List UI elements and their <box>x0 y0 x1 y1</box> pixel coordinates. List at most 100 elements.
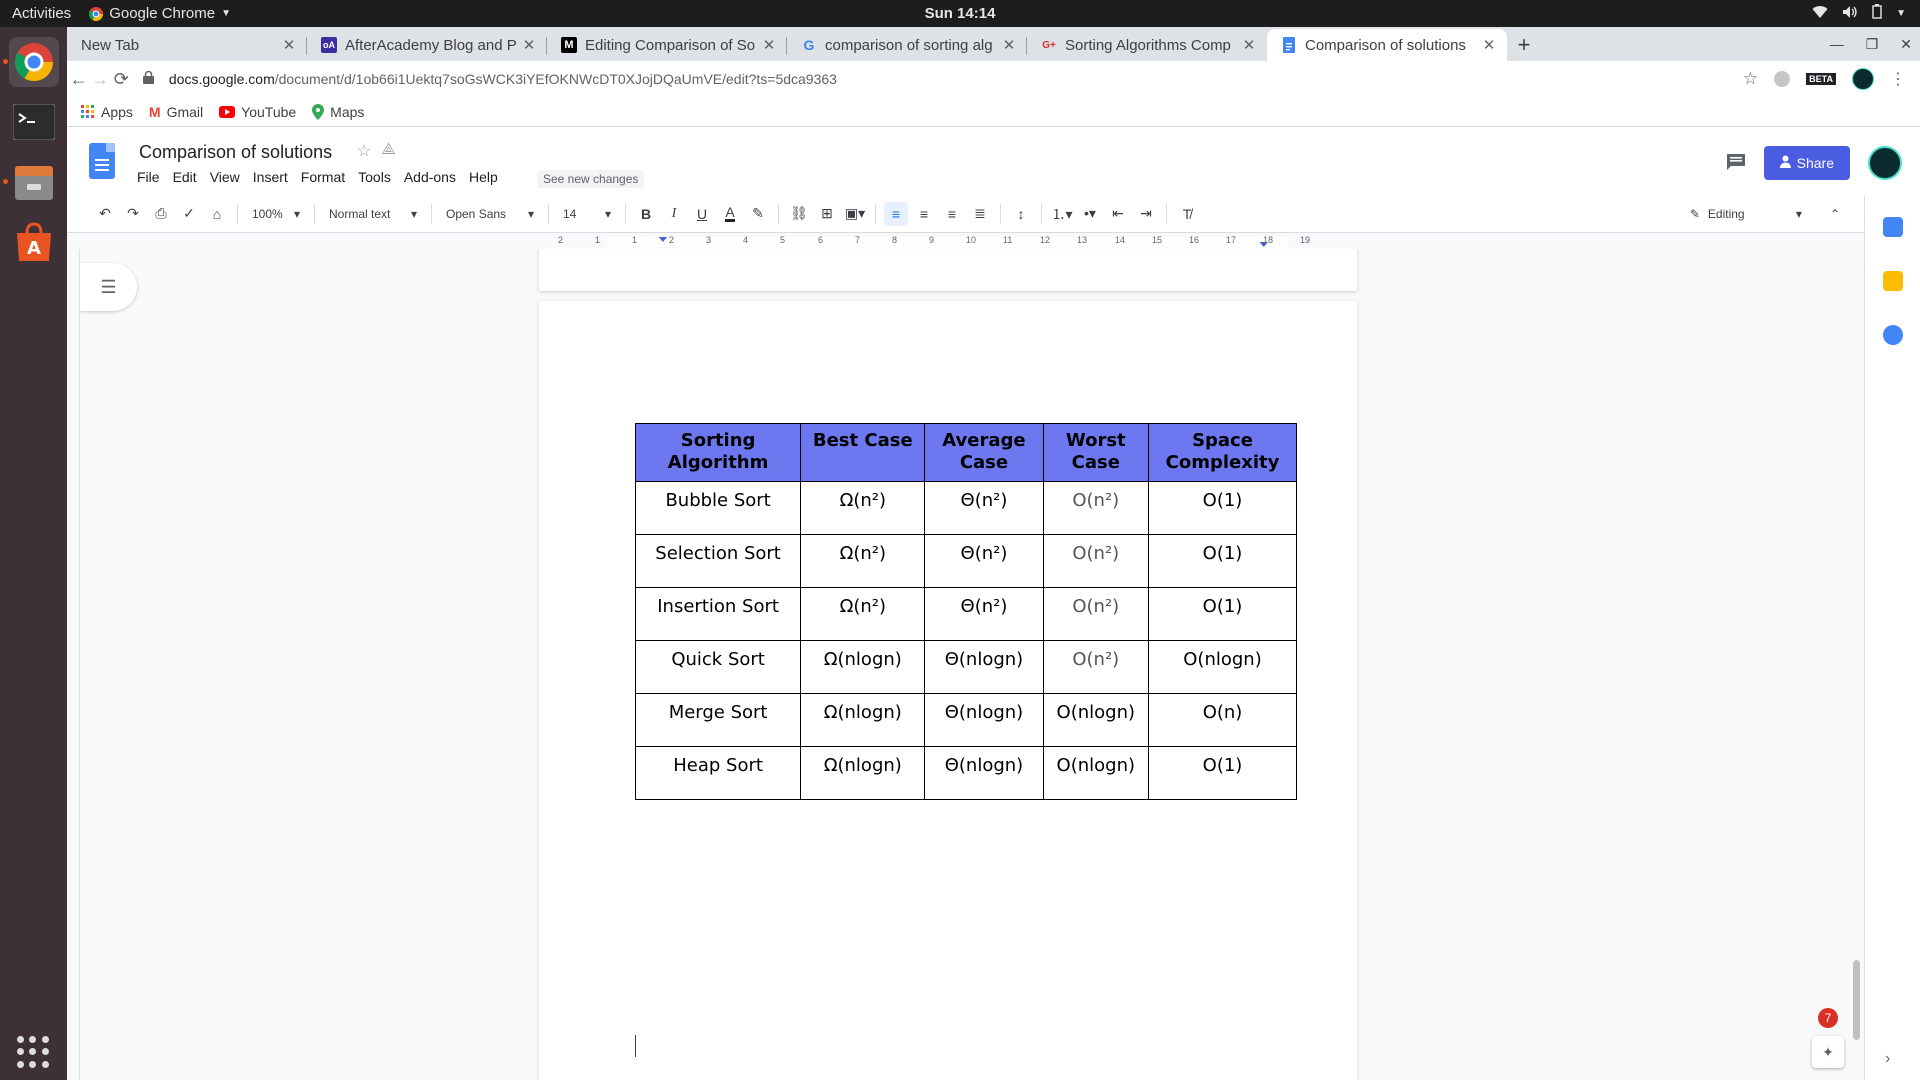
italic-icon[interactable]: I <box>662 202 686 226</box>
table-cell[interactable]: Θ(nlogn) <box>924 746 1044 800</box>
document-title[interactable]: Comparison of solutions <box>139 142 332 163</box>
table-cell[interactable]: O(nlogn) <box>1148 640 1297 694</box>
dock-chrome[interactable] <box>2 37 59 87</box>
dock-software[interactable]: A <box>9 217 59 267</box>
bulleted-list-icon[interactable]: •▾ <box>1078 202 1102 226</box>
extension-icon[interactable] <box>1774 71 1791 87</box>
tab-geeksforgeeks[interactable]: G+ Sorting Algorithms Comp ✕ <box>1027 29 1267 61</box>
table-cell[interactable]: O(n²) <box>1042 534 1150 588</box>
table-cell[interactable]: Ω(nlogn) <box>800 693 926 747</box>
tasks-icon[interactable] <box>1883 325 1903 345</box>
menu-file[interactable]: File <box>137 169 160 185</box>
header-average-case[interactable]: Average Case <box>924 423 1044 482</box>
table-cell[interactable]: O(n²) <box>1042 481 1150 535</box>
tab-google-search[interactable]: G comparison of sorting alg ✕ <box>787 29 1027 61</box>
zoom-select[interactable]: 100% ▾ <box>246 202 306 226</box>
undo-icon[interactable]: ↶ <box>93 202 117 226</box>
style-select[interactable]: Normal text ▾ <box>323 202 423 226</box>
table-cell[interactable]: Ω(n²) <box>800 587 926 641</box>
document-outline-button[interactable]: ☰ <box>80 263 137 311</box>
highlight-icon[interactable]: ✎ <box>746 202 770 226</box>
dock-files[interactable] <box>2 157 59 207</box>
back-button[interactable]: ← <box>69 63 88 95</box>
close-icon[interactable]: ✕ <box>1481 36 1497 54</box>
vertical-ruler[interactable] <box>67 249 80 1080</box>
close-icon[interactable]: ✕ <box>521 36 537 54</box>
table-cell[interactable]: Ω(n²) <box>800 534 926 588</box>
paint-format-icon[interactable]: ⌂ <box>205 202 229 226</box>
decrease-indent-icon[interactable]: ⇤ <box>1106 202 1130 226</box>
line-spacing-icon[interactable]: ↕ <box>1009 202 1033 226</box>
table-cell[interactable]: Θ(n²) <box>924 587 1044 641</box>
underline-icon[interactable]: U <box>690 202 714 226</box>
address-bar[interactable]: docs.google.com/document/d/1ob66i1Uektq7… <box>142 64 1743 94</box>
table-cell[interactable]: O(n²) <box>1042 640 1150 694</box>
system-tray[interactable]: ▼ <box>1812 0 1906 27</box>
star-icon[interactable]: ☆ <box>357 141 371 161</box>
calendar-icon[interactable] <box>1883 217 1903 237</box>
menu-format[interactable]: Format <box>301 169 345 185</box>
table-cell[interactable]: Quick Sort <box>634 640 802 694</box>
menu-addons[interactable]: Add-ons <box>404 169 456 185</box>
account-avatar[interactable] <box>1868 146 1902 180</box>
numbered-list-icon[interactable]: ⒈▾ <box>1050 202 1074 226</box>
table-cell[interactable]: O(nlogn) <box>1042 746 1150 800</box>
close-icon[interactable]: ✕ <box>1001 36 1017 54</box>
share-button[interactable]: Share <box>1763 146 1850 180</box>
header-sorting-algorithm[interactable]: Sorting Algorithm <box>634 423 802 482</box>
add-comment-icon[interactable]: ⊞ <box>815 202 839 226</box>
align-center-icon[interactable]: ≡ <box>912 202 936 226</box>
dock-terminal[interactable] <box>9 97 59 147</box>
menu-tools[interactable]: Tools <box>358 169 391 185</box>
menu-insert[interactable]: Insert <box>253 169 288 185</box>
docs-logo-icon[interactable] <box>89 143 115 179</box>
table-cell[interactable]: Ω(n²) <box>800 481 926 535</box>
table-cell[interactable]: Heap Sort <box>634 746 802 800</box>
keep-icon[interactable] <box>1883 271 1903 291</box>
tab-comparison-of-solutions[interactable]: Comparison of solutions ✕ <box>1267 29 1507 61</box>
close-icon[interactable]: ✕ <box>761 36 777 54</box>
header-space-complexity[interactable]: Space Complexity <box>1148 423 1297 482</box>
table-cell[interactable]: Θ(nlogn) <box>924 640 1044 694</box>
collapse-menus-icon[interactable]: ⌃ <box>1830 207 1840 221</box>
tab-medium[interactable]: M Editing Comparison of So ✕ <box>547 29 787 61</box>
bookmark-maps[interactable]: Maps <box>312 103 364 120</box>
menu-edit[interactable]: Edit <box>173 169 197 185</box>
table-cell[interactable]: O(1) <box>1148 481 1297 535</box>
menu-view[interactable]: View <box>210 169 240 185</box>
new-tab-button[interactable]: + <box>1507 29 1541 61</box>
explore-button[interactable]: ✦ <box>1812 1036 1844 1068</box>
see-new-changes-button[interactable]: See new changes <box>537 170 645 188</box>
reload-button[interactable]: ⟳ <box>112 63 131 95</box>
forward-button[interactable]: → <box>90 63 109 95</box>
minimize-icon[interactable]: — <box>1830 36 1844 52</box>
increase-indent-icon[interactable]: ⇥ <box>1134 202 1158 226</box>
close-window-icon[interactable]: ✕ <box>1900 36 1912 53</box>
table-cell[interactable]: Ω(nlogn) <box>800 640 926 694</box>
bookmark-apps[interactable]: Apps <box>81 104 133 120</box>
bookmark-star-icon[interactable]: ☆ <box>1743 69 1758 89</box>
header-best-case[interactable]: Best Case <box>800 423 926 482</box>
spellcheck-icon[interactable]: ✓ <box>177 202 201 226</box>
table-cell[interactable]: O(n²) <box>1042 587 1150 641</box>
bold-icon[interactable]: B <box>634 202 658 226</box>
table-cell[interactable]: O(1) <box>1148 534 1297 588</box>
align-right-icon[interactable]: ≡ <box>940 202 964 226</box>
show-applications-icon[interactable] <box>17 1036 49 1068</box>
insert-image-icon[interactable]: ▣▾ <box>843 202 867 226</box>
move-to-drive-icon[interactable]: ⟁ <box>381 141 395 161</box>
document-page[interactable]: Sorting Algorithm Best Case Average Case… <box>539 301 1357 1080</box>
redo-icon[interactable]: ↷ <box>121 202 145 226</box>
clear-formatting-icon[interactable]: T̸ <box>1175 202 1199 226</box>
table-cell[interactable]: O(1) <box>1148 587 1297 641</box>
activities-button[interactable]: Activities <box>0 5 83 22</box>
vertical-scrollbar[interactable] <box>1853 960 1860 1040</box>
table-cell[interactable]: Insertion Sort <box>634 587 802 641</box>
beta-extension-icon[interactable]: BETA <box>1806 73 1836 85</box>
table-cell[interactable]: Bubble Sort <box>634 481 802 535</box>
table-cell[interactable]: Ω(nlogn) <box>800 746 926 800</box>
table-cell[interactable]: Θ(nlogn) <box>924 693 1044 747</box>
table-cell[interactable]: O(n) <box>1148 693 1297 747</box>
tab-new-tab[interactable]: New Tab ✕ <box>67 29 307 61</box>
text-color-icon[interactable]: A <box>718 202 742 226</box>
